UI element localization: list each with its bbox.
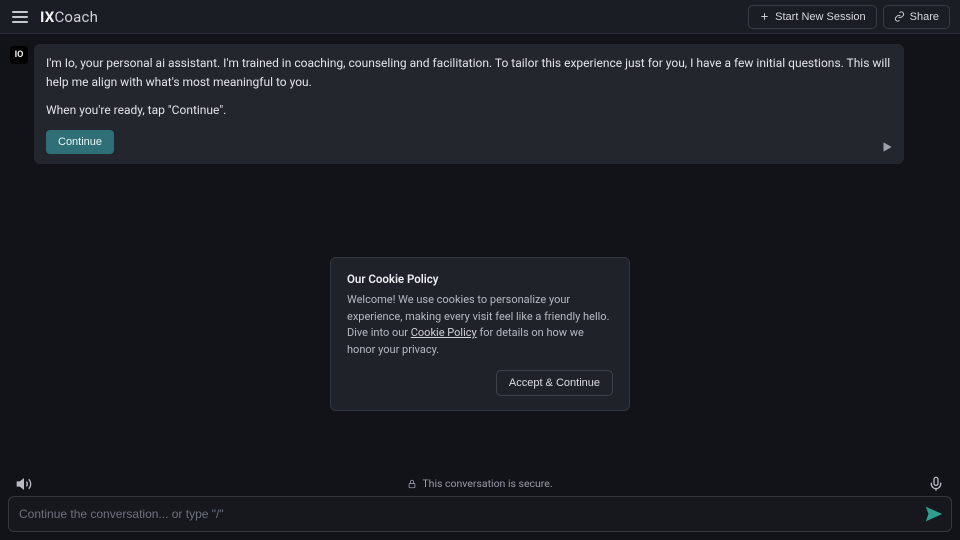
cookie-title: Our Cookie Policy: [347, 272, 613, 286]
play-icon[interactable]: [880, 140, 894, 154]
logo-bold: IX: [40, 8, 54, 26]
share-button[interactable]: Share: [883, 5, 950, 29]
assistant-paragraph-1: I'm Io, your personal ai assistant. I'm …: [46, 54, 892, 91]
cookie-policy-link[interactable]: Cookie Policy: [411, 326, 477, 339]
lock-icon: [407, 479, 417, 489]
plus-icon: [759, 11, 770, 22]
start-new-session-button[interactable]: Start New Session: [748, 5, 876, 29]
assistant-avatar: IO: [10, 46, 28, 64]
cookie-policy-modal: Our Cookie Policy Welcome! We use cookie…: [330, 257, 630, 411]
continue-button[interactable]: Continue: [46, 130, 114, 154]
accept-cookies-button[interactable]: Accept & Continue: [496, 370, 613, 396]
message-input[interactable]: [19, 501, 923, 527]
share-label: Share: [910, 11, 939, 23]
footer: This conversation is secure.: [0, 473, 960, 540]
secure-text: This conversation is secure.: [422, 477, 552, 490]
start-new-session-label: Start New Session: [775, 11, 865, 23]
assistant-paragraph-2: When you're ready, tap "Continue".: [46, 101, 892, 120]
mic-icon[interactable]: [928, 476, 944, 492]
speaker-icon[interactable]: [16, 476, 32, 492]
menu-icon[interactable]: [10, 7, 30, 27]
logo-light: Coach: [54, 8, 98, 26]
cookie-body: Welcome! We use cookies to personalize y…: [347, 292, 613, 358]
chat-area: IO I'm Io, your personal ai assistant. I…: [0, 34, 960, 473]
link-icon: [894, 11, 905, 22]
assistant-message-row: IO I'm Io, your personal ai assistant. I…: [0, 34, 960, 164]
message-input-row: [8, 496, 952, 532]
send-button[interactable]: [923, 503, 945, 525]
secure-row: This conversation is secure.: [8, 473, 952, 496]
assistant-message-bubble: I'm Io, your personal ai assistant. I'm …: [34, 44, 904, 164]
app-header: IXCoach Start New Session Share: [0, 0, 960, 34]
app-logo: IXCoach: [40, 8, 98, 26]
